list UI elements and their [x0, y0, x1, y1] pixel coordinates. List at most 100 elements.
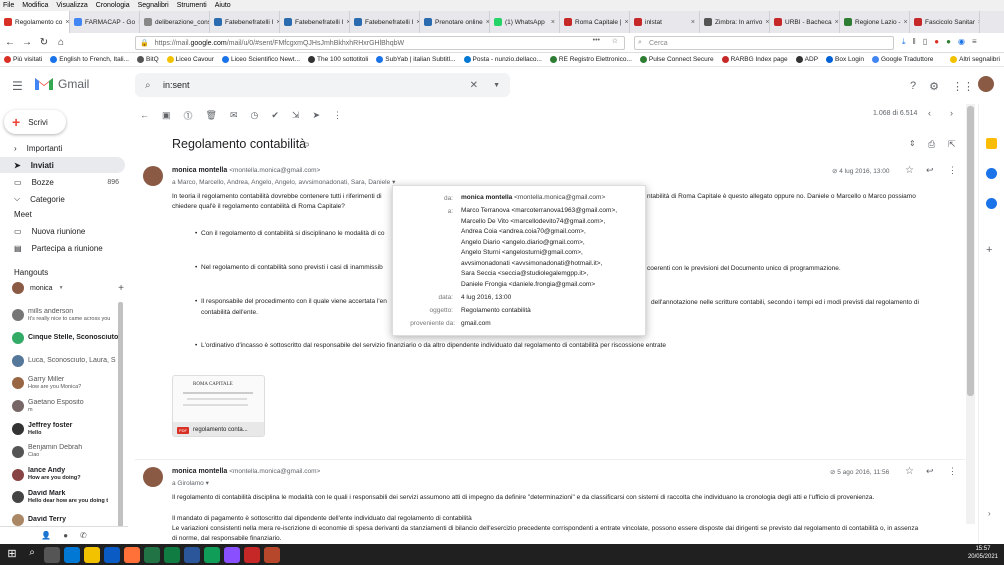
browser-tab[interactable]: FARMACAP - Go× — [70, 11, 140, 33]
start-icon[interactable]: ⊞ — [4, 547, 20, 563]
browser-tab[interactable]: Fascicolo Sanitar× — [910, 11, 980, 33]
hangouts-contact[interactable]: Benjamin Debrah Ciao — [12, 441, 122, 463]
more-options-icon[interactable]: ⋮ — [948, 165, 957, 176]
forward-icon[interactable]: → — [20, 36, 34, 50]
browser-search-input[interactable]: ⌕ Cerca — [634, 36, 894, 50]
meet-join-meeting[interactable]: ▤ Partecipa a riunione — [0, 240, 125, 256]
menu-item[interactable]: File — [3, 2, 14, 9]
hangouts-contact[interactable]: David Mark Hello dear how are you doing t — [12, 486, 122, 508]
phone-icon[interactable]: ✆ — [80, 531, 87, 540]
taskbar-clock[interactable]: 15:57 20/05/2021 — [968, 545, 998, 561]
close-tab-icon[interactable]: × — [835, 19, 839, 26]
msg1-sender[interactable]: monica montella — [172, 167, 227, 174]
expand-all-icon[interactable]: ⇕ — [909, 139, 916, 148]
mail-search-input[interactable]: ⌕ in:sent ✕ ▼ — [135, 73, 510, 97]
page-actions-icon[interactable]: ••• — [593, 37, 600, 44]
hangouts-contact[interactable]: Luca, Sconosciuto, Laura, S — [12, 350, 122, 372]
browser-tab[interactable]: Prenotare online × — [420, 11, 490, 33]
close-tab-icon[interactable]: × — [691, 19, 695, 26]
powerpoint-icon[interactable] — [264, 546, 280, 563]
search-icon[interactable]: ⌕ — [145, 80, 151, 91]
more-vert-icon[interactable]: ⋮ — [333, 110, 342, 121]
main-menu-icon[interactable]: ☰ — [12, 79, 23, 93]
excel-2-icon[interactable] — [164, 546, 180, 563]
extension-icon-2[interactable]: ● — [946, 37, 951, 47]
bookmark-item[interactable]: Liceo Scientifico Newt... — [221, 56, 300, 63]
search-options-icon[interactable]: ▼ — [493, 82, 500, 89]
msg2-sender[interactable]: monica montella — [172, 468, 227, 475]
reply-icon[interactable]: ↩ — [926, 165, 934, 176]
more-options-icon[interactable]: ⋮ — [948, 466, 957, 477]
hangouts-contact[interactable]: Cinque Stelle, Sconosciuto — [12, 327, 122, 349]
sidebar-item-importanti[interactable]: › Importanti — [0, 140, 125, 156]
hangouts-contact[interactable]: lance Andy How are you doing? — [12, 464, 122, 486]
browser-tab[interactable]: (1) WhatsApp × — [490, 11, 560, 33]
star-icon[interactable]: ☆ — [905, 466, 914, 477]
sender-avatar[interactable] — [143, 467, 163, 487]
close-tab-icon[interactable]: × — [65, 19, 69, 26]
close-tab-icon[interactable]: × — [551, 19, 555, 26]
contacts-icon[interactable] — [986, 198, 997, 209]
mark-unread-icon[interactable]: ✉ — [230, 110, 238, 121]
home-icon[interactable]: ⌂ — [54, 36, 68, 50]
reply-icon[interactable]: ↩ — [926, 466, 934, 477]
move-to-icon[interactable]: ⇲ — [292, 110, 300, 121]
menu-item[interactable]: Modifica — [22, 2, 48, 9]
sidebar-icon[interactable]: ▯ — [923, 37, 927, 47]
newer-icon[interactable]: › — [950, 108, 953, 118]
bookmark-item[interactable]: RARBG Index page — [721, 56, 788, 63]
menu-item[interactable]: Cronologia — [96, 2, 130, 9]
bookmark-star-icon[interactable]: ☆ — [612, 37, 618, 45]
sidebar-scrollbar[interactable] — [118, 302, 123, 527]
person-icon[interactable]: 👤 — [41, 531, 51, 540]
star-icon[interactable]: ☆ — [905, 165, 914, 176]
gmail-logo[interactable]: Gmail — [34, 76, 89, 91]
close-tab-icon[interactable]: × — [978, 19, 979, 26]
bookmark-item[interactable]: ADP — [795, 56, 818, 63]
sidebar-item-inviati[interactable]: ➤ Inviati — [0, 157, 125, 173]
browser-tab[interactable]: Fatebenefratelli I× — [350, 11, 420, 33]
chrome-icon[interactable] — [204, 546, 220, 563]
add-task-icon[interactable]: ✔ — [271, 110, 279, 121]
label-important-icon[interactable]: ⊃ — [303, 140, 310, 149]
archive-icon[interactable]: ▣ — [162, 110, 171, 121]
bookmark-item[interactable]: Box Login — [826, 56, 864, 63]
delete-icon[interactable]: 🗑 — [206, 110, 217, 121]
file-explorer-icon[interactable] — [84, 546, 100, 563]
browser-tab[interactable]: Zimbra: In arrivo × — [700, 11, 770, 33]
main-scrollbar-thumb[interactable] — [967, 106, 974, 396]
sidebar-item-categorie[interactable]: ⌵ Categorie — [0, 191, 125, 207]
browser-tab[interactable]: inlstat × — [630, 11, 700, 33]
browser-tab[interactable]: URBI - Bacheca × — [770, 11, 840, 33]
compose-button[interactable]: + Scrivi — [4, 110, 66, 134]
tasks-icon[interactable] — [986, 168, 997, 179]
bookmark-item[interactable]: Altri segnalibri — [950, 56, 1000, 63]
back-icon[interactable]: ← — [3, 36, 17, 50]
extension-icon[interactable]: ● — [934, 37, 939, 47]
bookmark-item[interactable]: Più visitati — [4, 56, 42, 63]
bookmark-item[interactable]: RE Registro Elettronico... — [549, 56, 632, 63]
clear-search-icon[interactable]: ✕ — [470, 80, 478, 91]
help-icon[interactable]: ? — [910, 80, 916, 93]
meet-new-meeting[interactable]: ▭ Nuova riunione — [0, 223, 125, 239]
firefox-icon[interactable] — [124, 546, 140, 563]
chat-icon[interactable]: ● — [63, 531, 68, 540]
hangouts-contact[interactable]: Garry Miller How are you Monica? — [12, 372, 122, 394]
hangouts-contact[interactable]: Gaetano Esposito m — [12, 395, 122, 417]
excel-icon[interactable] — [144, 546, 160, 563]
hide-panel-icon[interactable]: › — [988, 509, 991, 518]
menu-icon[interactable]: ≡ — [972, 37, 977, 47]
snooze-icon[interactable]: ◷ — [251, 110, 259, 121]
sender-avatar[interactable] — [143, 166, 163, 186]
bookmark-item[interactable]: Pulse Connect Secure — [639, 56, 714, 63]
close-tab-icon[interactable]: × — [765, 19, 769, 26]
hangouts-contact[interactable]: mills anderson It's really nice to came a… — [12, 304, 122, 326]
bookmark-item[interactable]: Liceo Cavour — [166, 56, 214, 63]
close-tab-icon[interactable]: × — [625, 19, 629, 26]
bookmark-item[interactable]: Google Traduttore — [871, 56, 933, 63]
older-icon[interactable]: ‹ — [928, 108, 931, 118]
bookmark-item[interactable]: The 100 sottotitoli — [307, 56, 368, 63]
print-icon[interactable]: ⎙ — [928, 139, 935, 150]
report-spam-icon[interactable]: ⓵ — [184, 109, 193, 122]
menu-item[interactable]: Strumenti — [177, 2, 207, 9]
